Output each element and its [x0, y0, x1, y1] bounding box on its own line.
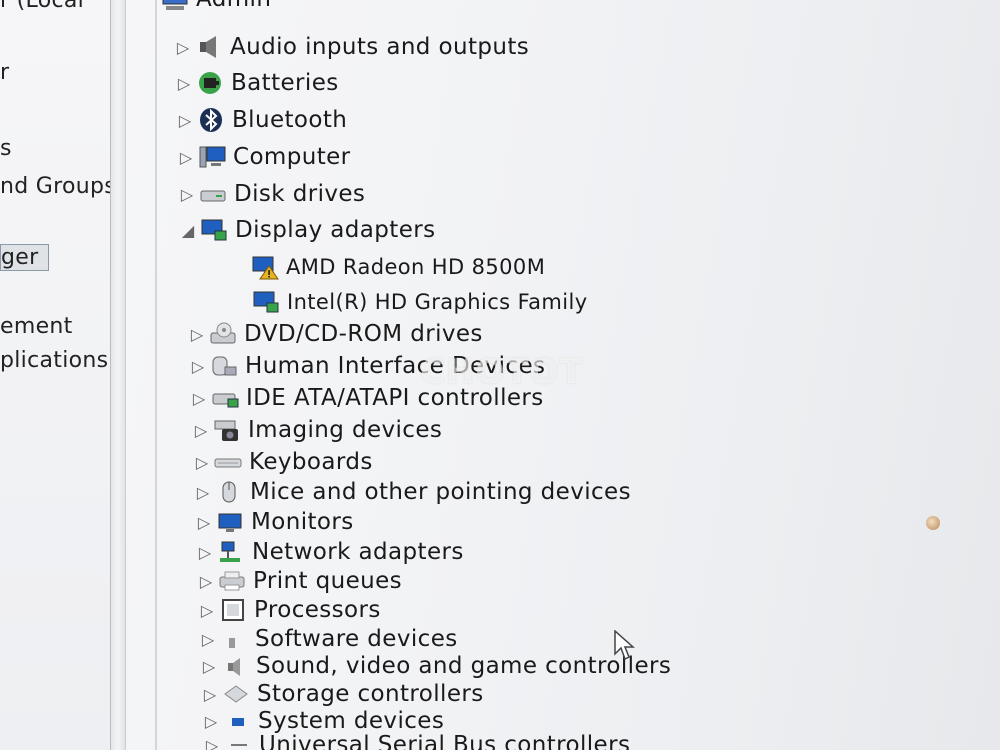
tree-item-storage-controllers[interactable]: ▷ Storage controllers [199, 681, 484, 707]
expand-arrow-icon[interactable]: ▷ [201, 736, 223, 750]
tree-item-bluetooth[interactable]: ▷ Bluetooth [174, 107, 347, 133]
tree-item-dvd-cd-rom-drives[interactable]: ▷ DVD/CD-ROM drives [186, 321, 483, 347]
expand-arrow-icon[interactable]: ▷ [176, 185, 198, 204]
left-pane-item[interactable]: s [0, 136, 12, 161]
expand-arrow-icon[interactable]: ▷ [196, 601, 218, 620]
expand-arrow-icon[interactable]: ▷ [174, 111, 196, 130]
expand-arrow-icon[interactable]: ▷ [187, 357, 209, 376]
processor-icon [218, 597, 248, 623]
software-device-icon [219, 626, 249, 652]
expand-arrow-icon[interactable]: ▷ [192, 483, 214, 502]
computer-icon [197, 144, 227, 170]
tree-item-amd-radeon-hd-8500m[interactable]: AMD Radeon HD 8500M [250, 254, 545, 280]
left-pane-item[interactable]: r [0, 60, 9, 85]
device-manager-window: r (Local r s nd Groups ger ement plicati… [0, 0, 1000, 750]
tree-root-admin[interactable]: Admin [160, 0, 271, 12]
expand-arrow-icon[interactable]: ▷ [194, 543, 216, 562]
left-pane-item-local-users-and-groups[interactable]: nd Groups [0, 174, 110, 199]
console-tree-pane: r (Local r s nd Groups ger ement plicati… [0, 0, 110, 750]
expand-arrow-icon[interactable]: ▷ [193, 513, 215, 532]
collapse-arrow-icon[interactable]: ◢ [177, 221, 199, 240]
expand-arrow-icon[interactable]: ▷ [198, 657, 220, 676]
bluetooth-icon [196, 107, 226, 133]
mouse-icon [214, 479, 244, 505]
expand-arrow-icon[interactable]: ▷ [195, 572, 217, 591]
speaker-icon [194, 34, 224, 60]
dvd-drive-icon [208, 321, 238, 347]
expand-arrow-icon[interactable]: ▷ [172, 38, 194, 57]
printer-icon [217, 568, 247, 594]
left-pane-item-device-manager[interactable]: ger [0, 244, 50, 271]
pane-splitter[interactable] [110, 0, 126, 750]
hid-icon [209, 353, 239, 379]
tree-item-computer[interactable]: ▷ Computer [175, 144, 351, 170]
left-pane-item-computer-management[interactable]: r (Local [0, 0, 84, 13]
left-pane-item-services-and-applications[interactable]: plications [0, 348, 108, 373]
sound-icon [220, 653, 250, 679]
expand-arrow-icon[interactable]: ▷ [199, 685, 221, 704]
left-pane-item-disk-management[interactable]: ement [0, 314, 73, 339]
tree-item-monitors[interactable]: ▷ Monitors [193, 509, 354, 535]
display-adapter-warning-icon [250, 254, 280, 280]
watermark-text: CHOTOT [420, 352, 584, 392]
monitor-icon [215, 509, 245, 535]
tree-item-audio-inputs-and-outputs[interactable]: ▷ Audio inputs and outputs [172, 34, 529, 60]
system-device-icon [222, 708, 252, 734]
storage-controller-icon [221, 681, 251, 707]
expand-arrow-icon[interactable]: ▷ [200, 712, 222, 731]
usb-icon [223, 732, 253, 750]
disk-drive-icon [198, 181, 228, 207]
tree-item-mice-and-other-pointing-devices[interactable]: ▷ Mice and other pointing devices [192, 479, 631, 505]
tree-item-display-adapters[interactable]: ◢ Display adapters [177, 217, 436, 243]
tree-root-label: Admin [196, 0, 271, 12]
tree-item-software-devices[interactable]: ▷ Software devices [197, 626, 458, 652]
ide-controller-icon [210, 385, 240, 411]
tree-item-disk-drives[interactable]: ▷ Disk drives [176, 181, 365, 207]
tree-item-network-adapters[interactable]: ▷ Network adapters [194, 539, 464, 565]
tree-item-system-devices[interactable]: ▷ System devices [200, 708, 444, 734]
expand-arrow-icon[interactable]: ▷ [190, 421, 212, 440]
display-adapter-icon [199, 217, 229, 243]
tree-item-universal-serial-bus-controllers[interactable]: ▷ Universal Serial Bus controllers [201, 732, 630, 750]
mouse-pointer-icon [614, 629, 636, 662]
expand-arrow-icon[interactable]: ▷ [188, 389, 210, 408]
tree-guide-line [155, 0, 157, 750]
expand-arrow-icon[interactable]: ▷ [197, 630, 219, 649]
expand-arrow-icon[interactable]: ▷ [191, 453, 213, 472]
camera-icon [212, 417, 242, 443]
tree-item-batteries[interactable]: ▷ Batteries [173, 70, 339, 96]
tree-item-sound-video-and-game-controllers[interactable]: ▷ Sound, video and game controllers [198, 653, 671, 679]
tree-item-intel-hd-graphics-family[interactable]: Intel(R) HD Graphics Family [251, 289, 588, 315]
tree-item-keyboards[interactable]: ▷ Keyboards [191, 449, 373, 475]
network-icon [216, 539, 246, 565]
screen-reflection-dot [926, 516, 940, 530]
expand-arrow-icon[interactable]: ▷ [186, 325, 208, 344]
tree-item-processors[interactable]: ▷ Processors [196, 597, 381, 623]
tree-item-imaging-devices[interactable]: ▷ Imaging devices [190, 417, 442, 443]
display-adapter-icon [251, 289, 281, 315]
expand-arrow-icon[interactable]: ▷ [175, 148, 197, 167]
keyboard-icon [213, 449, 243, 475]
computer-icon [160, 0, 190, 12]
tree-item-print-queues[interactable]: ▷ Print queues [195, 568, 402, 594]
battery-icon [195, 70, 225, 96]
expand-arrow-icon[interactable]: ▷ [173, 74, 195, 93]
